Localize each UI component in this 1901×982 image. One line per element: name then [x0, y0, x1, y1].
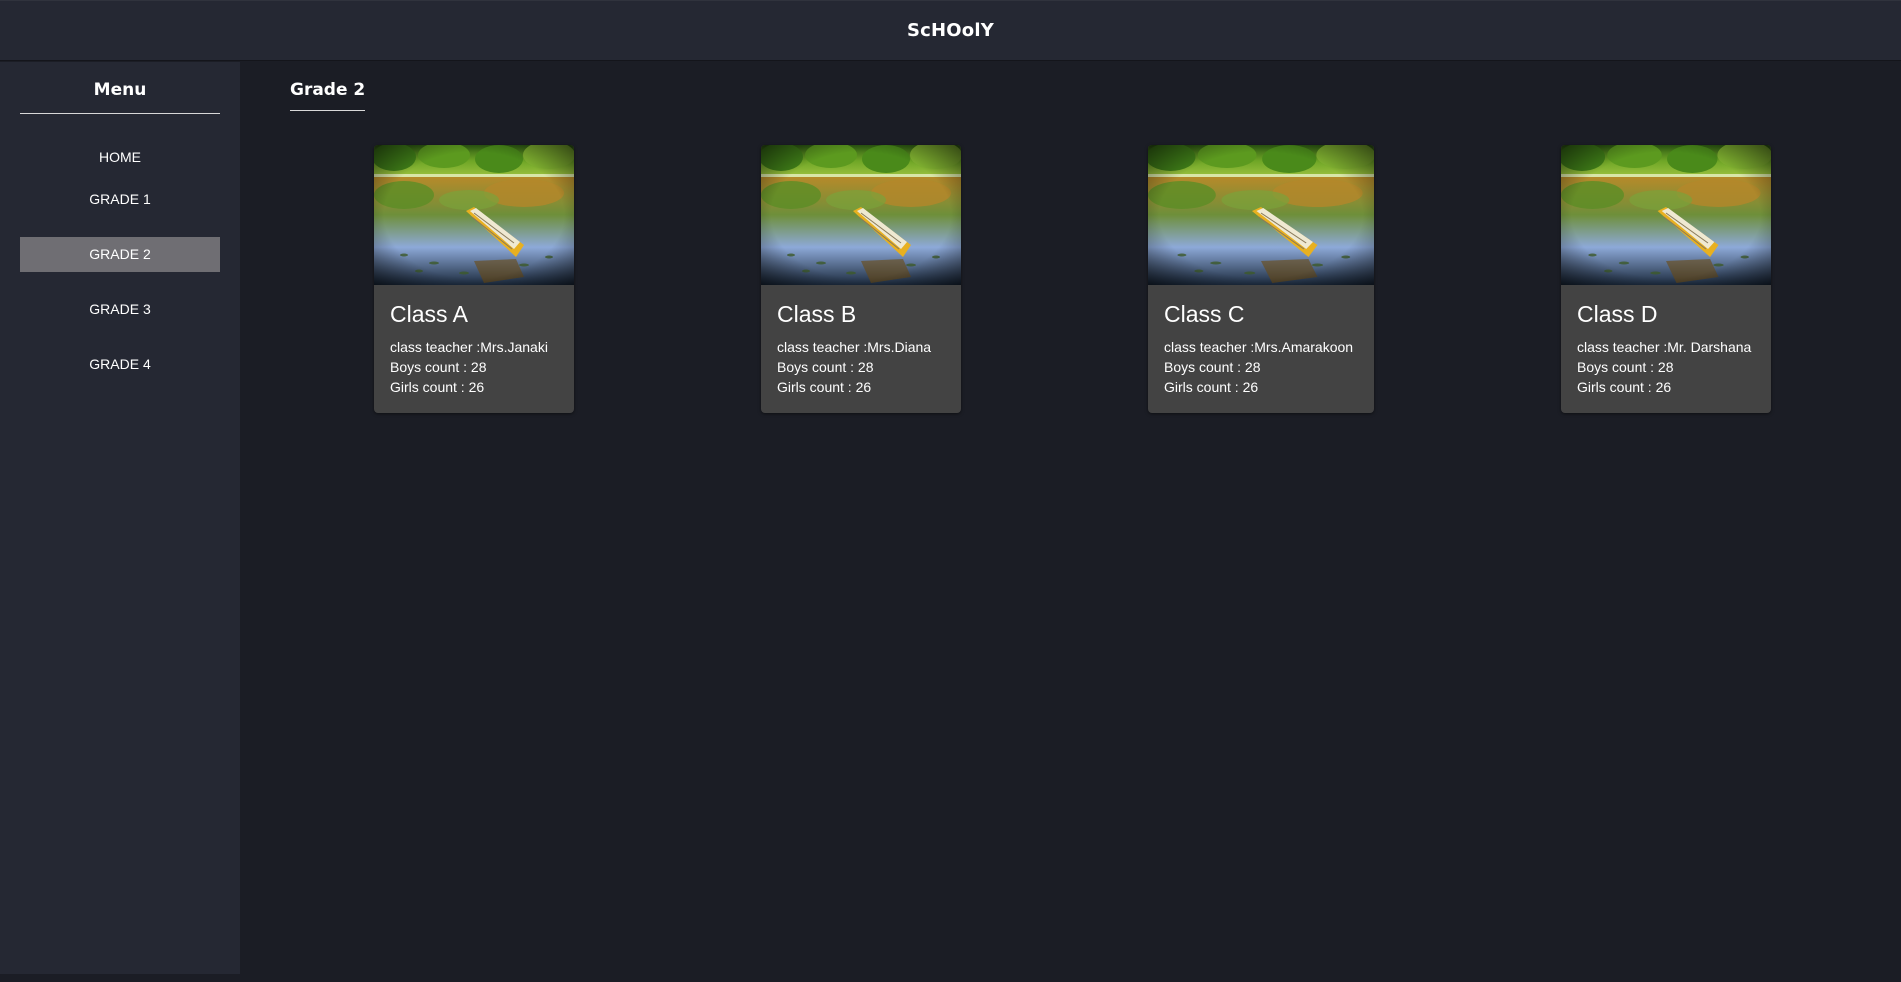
- card-title: Class C: [1164, 301, 1245, 327]
- card-body: Class D class teacher :Mr. Darshana Boys…: [1561, 285, 1771, 413]
- app-header: ScHOolY: [0, 0, 1901, 61]
- menu-title: Menu: [93, 80, 147, 100]
- lake-canoe-image: [1561, 145, 1771, 285]
- menu-list: HOME GRADE 1 GRADE 2 GRADE 3 GRADE 4: [20, 142, 220, 402]
- main-content: Grade 2 Class A class teacher :Mrs.Janak…: [240, 62, 1901, 982]
- card-teacher: class teacher :Mr. Darshana: [1577, 339, 1752, 355]
- card-title: Class A: [390, 301, 468, 327]
- class-card[interactable]: Class B class teacher :Mrs.Diana Boys co…: [761, 145, 961, 413]
- card-girls-count: Girls count : 26: [777, 379, 872, 395]
- class-card[interactable]: Class A class teacher :Mrs.Janaki Boys c…: [374, 145, 574, 413]
- lake-canoe-image: [374, 145, 574, 285]
- card-body: Class C class teacher :Mrs.Amarakoon Boy…: [1148, 285, 1374, 413]
- card-body: Class A class teacher :Mrs.Janaki Boys c…: [374, 285, 574, 413]
- sidebar-item-home[interactable]: HOME: [20, 142, 220, 172]
- card-girls-count: Girls count : 26: [1164, 379, 1259, 395]
- lake-canoe-image: [761, 145, 961, 285]
- card-teacher: class teacher :Mrs.Diana: [777, 339, 932, 355]
- card-boys-count: Boys count : 28: [1577, 359, 1674, 375]
- sidebar-item-grade-3[interactable]: GRADE 3: [20, 292, 220, 327]
- card-girls-count: Girls count : 26: [1577, 379, 1672, 395]
- card-boys-count: Boys count : 28: [390, 359, 487, 375]
- card-title: Class D: [1577, 301, 1658, 327]
- card-boys-count: Boys count : 28: [1164, 359, 1261, 375]
- sidebar-item-grade-2[interactable]: GRADE 2: [20, 237, 220, 272]
- lake-canoe-image: [1148, 145, 1374, 285]
- menu-divider: [20, 113, 220, 114]
- sidebar: Menu HOME GRADE 1 GRADE 2 GRADE 3 GRADE …: [0, 62, 240, 974]
- card-teacher: class teacher :Mrs.Janaki: [390, 339, 548, 355]
- sidebar-item-grade-4[interactable]: GRADE 4: [20, 347, 220, 382]
- sidebar-item-grade-1[interactable]: GRADE 1: [20, 182, 220, 217]
- class-card[interactable]: Class D class teacher :Mr. Darshana Boys…: [1561, 145, 1771, 413]
- card-girls-count: Girls count : 26: [390, 379, 485, 395]
- card-body: Class B class teacher :Mrs.Diana Boys co…: [761, 285, 961, 413]
- card-teacher: class teacher :Mrs.Amarakoon: [1164, 339, 1354, 355]
- card-boys-count: Boys count : 28: [777, 359, 874, 375]
- page-title: Grade 2: [290, 80, 366, 111]
- class-card[interactable]: Class C class teacher :Mrs.Amarakoon Boy…: [1148, 145, 1374, 413]
- app-title: ScHOolY: [907, 20, 994, 41]
- card-title: Class B: [777, 301, 857, 327]
